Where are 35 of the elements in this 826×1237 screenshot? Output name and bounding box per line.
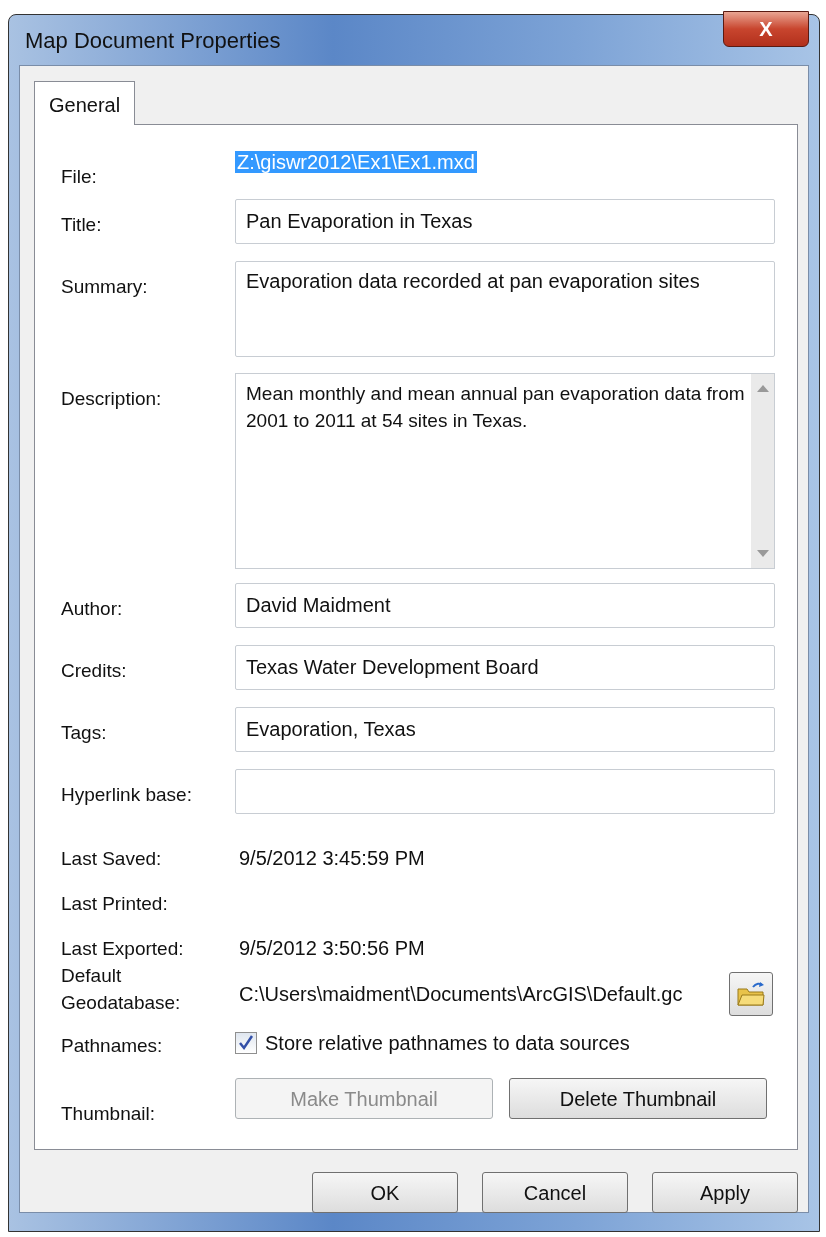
- folder-button[interactable]: [729, 972, 773, 1016]
- field-label: Hyperlink base:: [61, 783, 193, 807]
- dialog-button[interactable]: Apply: [652, 1172, 798, 1213]
- geodatabase-path: C:\Users\maidment\Documents\ArcGIS\Default.gc: [238, 982, 684, 1007]
- field-label: Last Printed:: [61, 892, 169, 916]
- field-label: Author:: [61, 597, 124, 621]
- checkbox[interactable]: [235, 1032, 257, 1054]
- field-label: File:: [61, 165, 98, 189]
- dialog-button[interactable]: Cancel: [482, 1172, 628, 1213]
- field-value: 9/5/2012 3:45:59 PM: [238, 847, 425, 869]
- field-label: Summary:: [61, 275, 149, 299]
- field-value: 9/5/2012 3:50:56 PM: [238, 937, 425, 959]
- field-label: Last Exported:: [61, 937, 185, 961]
- field-label: Default Geodatabase:: [61, 964, 182, 1015]
- checkbox-label[interactable]: Store relative pathnames to data sources: [265, 1028, 630, 1058]
- tab[interactable]: General: [34, 81, 136, 125]
- text-field[interactable]: Pan Evaporation in Texas: [235, 199, 775, 244]
- text-field[interactable]: Evaporation, Texas: [235, 707, 775, 752]
- thumbnail-button[interactable]: Delete Thumbnail: [509, 1078, 767, 1119]
- field-label: Last Saved:: [61, 847, 163, 871]
- text-area[interactable]: Evaporation data recorded at pan evaporation sites: [235, 261, 775, 357]
- text-field[interactable]: [235, 769, 775, 814]
- text-field[interactable]: Texas Water Development Board: [235, 645, 775, 690]
- field-label: Pathnames:: [61, 1034, 164, 1058]
- field-label: Tags:: [61, 721, 108, 745]
- field-label: Credits:: [61, 659, 128, 683]
- close-button[interactable]: X: [723, 11, 809, 47]
- folder-icon: [736, 981, 766, 1007]
- field-label: Title:: [61, 213, 103, 237]
- window-title: Map Document Properties: [24, 26, 281, 55]
- field-label: Description:: [61, 387, 163, 411]
- dialog-button[interactable]: OK: [312, 1172, 458, 1213]
- field-label: Thumbnail:: [61, 1102, 156, 1126]
- text-field[interactable]: David Maidment: [235, 583, 775, 628]
- selected-file-path: Z:\giswr2012\Ex1\Ex1.mxd: [235, 151, 477, 173]
